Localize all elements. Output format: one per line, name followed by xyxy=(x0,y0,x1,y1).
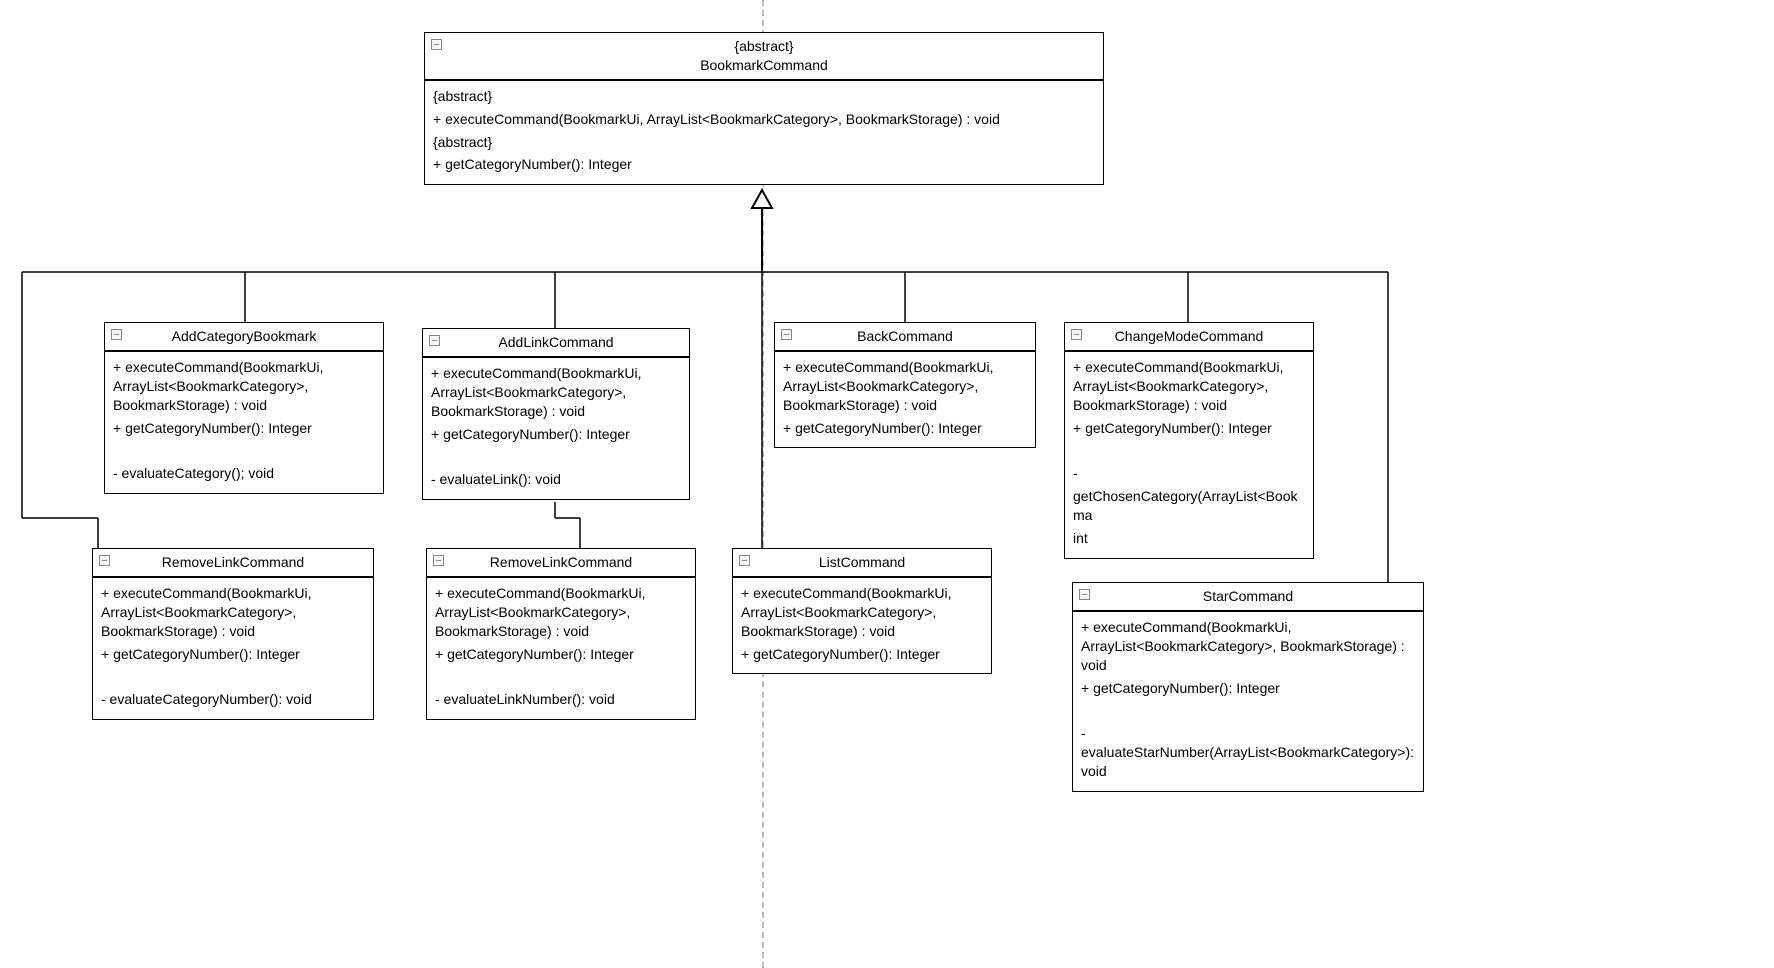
member: - evaluateLink(): void xyxy=(431,470,681,489)
class-name: ChangeModeCommand xyxy=(1071,327,1307,346)
member xyxy=(101,667,365,686)
class-name: RemoveLinkCommand xyxy=(99,553,367,572)
uml-class-removelinkcommand-2: RemoveLinkCommand + executeCommand(Bookm… xyxy=(426,548,696,720)
member: + executeCommand(BookmarkUi, ArrayList<B… xyxy=(1073,358,1305,415)
collapse-icon[interactable] xyxy=(1079,589,1090,600)
member: + getCategoryNumber(): Integer xyxy=(435,645,687,664)
collapse-icon[interactable] xyxy=(111,329,122,340)
member: int xyxy=(1073,529,1305,548)
uml-class-listcommand: ListCommand + executeCommand(BookmarkUi,… xyxy=(732,548,992,674)
member: - evaluateLinkNumber(): void xyxy=(435,690,687,709)
member: + executeCommand(BookmarkUi, ArrayList<B… xyxy=(741,584,983,641)
member xyxy=(435,667,687,686)
uml-class-addlinkcommand: AddLinkCommand + executeCommand(Bookmark… xyxy=(422,328,690,500)
collapse-icon[interactable] xyxy=(433,555,444,566)
member: + getCategoryNumber(): Integer xyxy=(1081,679,1415,698)
uml-class-addcategorybookmark: AddCategoryBookmark + executeCommand(Boo… xyxy=(104,322,384,494)
member: + executeCommand(BookmarkUi, ArrayList<B… xyxy=(783,358,1027,415)
member: {abstract} xyxy=(433,87,1095,106)
class-name: BackCommand xyxy=(781,327,1029,346)
member: + getCategoryNumber(): Integer xyxy=(783,419,1027,438)
member: + getCategoryNumber(): Integer xyxy=(113,419,375,438)
collapse-icon[interactable] xyxy=(431,39,442,50)
member: + getCategoryNumber(): Integer xyxy=(741,645,983,664)
class-name: AddCategoryBookmark xyxy=(111,327,377,346)
collapse-icon[interactable] xyxy=(739,555,750,566)
member: + getCategoryNumber(): Integer xyxy=(433,155,1095,174)
member: + executeCommand(BookmarkUi, ArrayList<B… xyxy=(113,358,375,415)
uml-class-changemodecommand: ChangeModeCommand + executeCommand(Bookm… xyxy=(1064,322,1314,559)
collapse-icon[interactable] xyxy=(1071,329,1082,340)
class-name: AddLinkCommand xyxy=(429,333,683,352)
uml-class-removelinkcommand-1: RemoveLinkCommand + executeCommand(Bookm… xyxy=(92,548,374,720)
member xyxy=(113,441,375,460)
member: + executeCommand(BookmarkUi, ArrayList<B… xyxy=(431,364,681,421)
member: - evaluateStarNumber(ArrayList<BookmarkC… xyxy=(1081,724,1415,781)
member: {abstract} xyxy=(433,133,1095,152)
class-body: {abstract} + executeCommand(BookmarkUi, … xyxy=(425,81,1103,185)
member: getChosenCategory(ArrayList<Bookma xyxy=(1073,487,1305,525)
class-name: BookmarkCommand xyxy=(431,56,1097,75)
class-header: {abstract} BookmarkCommand xyxy=(425,33,1103,80)
member: - evaluateCategory(); void xyxy=(113,464,375,483)
collapse-icon[interactable] xyxy=(99,555,110,566)
collapse-icon[interactable] xyxy=(781,329,792,340)
member xyxy=(1081,701,1415,720)
uml-class-starcommand: StarCommand + executeCommand(BookmarkUi,… xyxy=(1072,582,1424,792)
member: + executeCommand(BookmarkUi, ArrayList<B… xyxy=(433,110,1095,129)
member: + executeCommand(BookmarkUi, ArrayList<B… xyxy=(1081,618,1415,675)
member: + executeCommand(BookmarkUi, ArrayList<B… xyxy=(435,584,687,641)
collapse-icon[interactable] xyxy=(429,335,440,346)
uml-class-bookmarkcommand: {abstract} BookmarkCommand {abstract} + … xyxy=(424,32,1104,185)
class-name: ListCommand xyxy=(739,553,985,572)
member: + getCategoryNumber(): Integer xyxy=(1073,419,1305,438)
member: + getCategoryNumber(): Integer xyxy=(431,425,681,444)
member xyxy=(1073,441,1305,460)
member: - xyxy=(1073,464,1305,483)
member: - evaluateCategoryNumber(): void xyxy=(101,690,365,709)
member xyxy=(431,447,681,466)
stereotype: {abstract} xyxy=(431,37,1097,56)
class-name: RemoveLinkCommand xyxy=(433,553,689,572)
member: + getCategoryNumber(): Integer xyxy=(101,645,365,664)
class-name: StarCommand xyxy=(1079,587,1417,606)
uml-class-backcommand: BackCommand + executeCommand(BookmarkUi,… xyxy=(774,322,1036,448)
uml-canvas: {abstract} BookmarkCommand {abstract} + … xyxy=(0,0,1774,968)
member: + executeCommand(BookmarkUi, ArrayList<B… xyxy=(101,584,365,641)
